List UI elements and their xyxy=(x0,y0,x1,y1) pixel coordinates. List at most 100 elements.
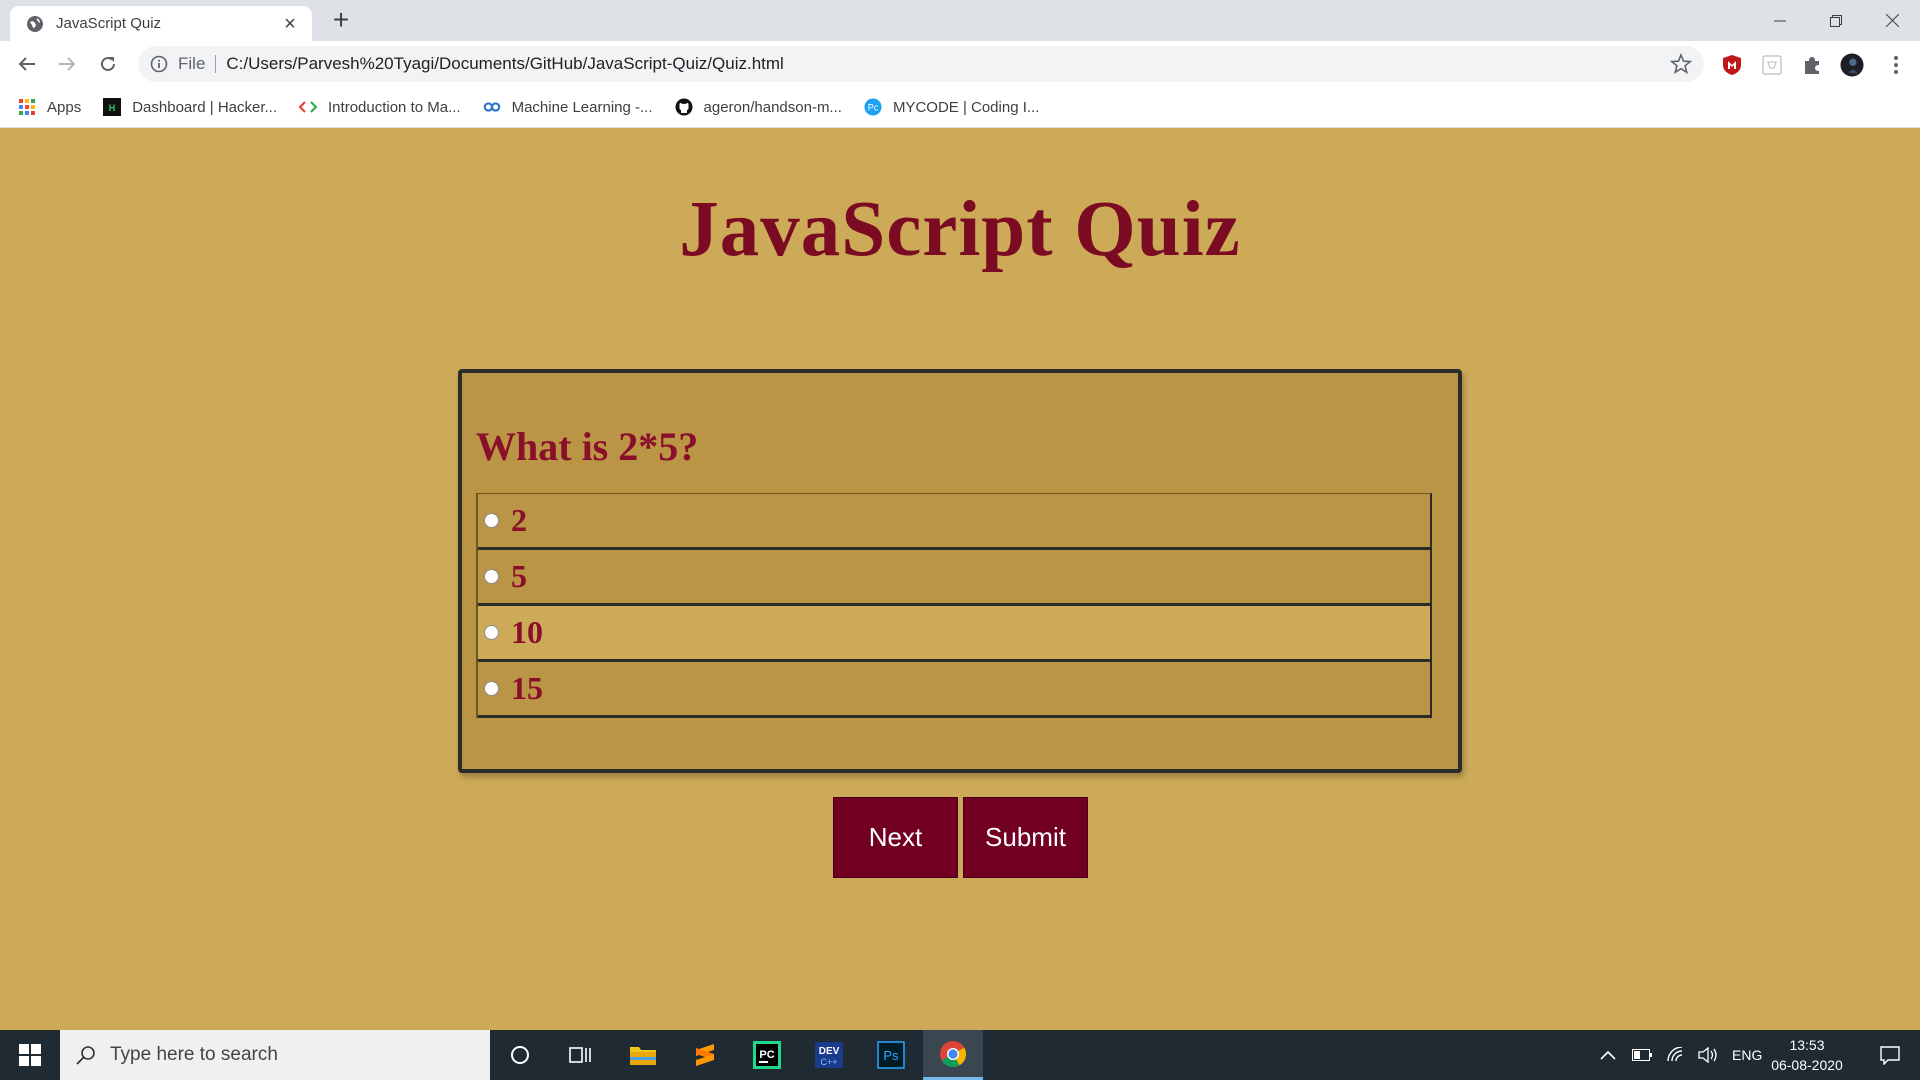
restore-icon xyxy=(1830,14,1842,27)
minimize-button[interactable] xyxy=(1752,0,1808,41)
bookmark-label: MYCODE | Coding I... xyxy=(892,98,1040,116)
answer-list: 2 5 10 15 xyxy=(476,493,1432,718)
answer-label: 5 xyxy=(511,558,527,594)
windows-taskbar: Type here to search PC DEV C++ Ps ENG 13:… xyxy=(0,1030,1920,1080)
system-tray: ENG xyxy=(1600,1030,1762,1080)
bookmark-machine-learning[interactable]: Machine Learning -... xyxy=(483,98,653,116)
svg-text:H: H xyxy=(109,103,116,113)
tab-title: JavaScript Quiz xyxy=(56,15,162,32)
mycode-icon: Pc xyxy=(864,98,882,116)
bookmarks-bar: Apps H Dashboard | Hacker... Introductio… xyxy=(0,87,1920,128)
radio-button[interactable] xyxy=(484,681,499,696)
arrow-right-icon xyxy=(59,57,76,71)
close-window-button[interactable] xyxy=(1864,0,1920,41)
page-content: JavaScript Quiz What is 2*5? 2 5 10 15 N… xyxy=(0,128,1920,1030)
radio-button[interactable] xyxy=(484,625,499,640)
bookmark-label: Introduction to Ma... xyxy=(328,98,461,116)
address-bar[interactable]: File C:/Users/Parvesh%20Tyagi/Documents/… xyxy=(138,46,1704,82)
windows-logo-icon xyxy=(19,1044,41,1066)
file-explorer-button[interactable] xyxy=(613,1030,673,1080)
browser-tab[interactable]: JavaScript Quiz × xyxy=(10,6,312,41)
bookmark-label: Machine Learning -... xyxy=(511,98,653,116)
svg-text:C++: C++ xyxy=(820,1057,837,1067)
start-button[interactable] xyxy=(0,1030,60,1080)
battery-icon[interactable] xyxy=(1632,1049,1652,1061)
task-view-button[interactable] xyxy=(550,1030,610,1080)
photoshop-button[interactable]: Ps xyxy=(861,1030,921,1080)
restore-button[interactable] xyxy=(1808,0,1864,41)
arrow-left-icon xyxy=(18,57,35,71)
volume-icon[interactable] xyxy=(1698,1047,1720,1063)
back-button[interactable] xyxy=(12,49,42,79)
answer-option[interactable]: 2 xyxy=(478,494,1430,550)
browser-tab-strip: JavaScript Quiz × + xyxy=(0,0,1920,41)
apps-grid-icon xyxy=(18,98,36,116)
pycharm-icon: PC xyxy=(753,1041,781,1069)
bookmark-github[interactable]: ageron/handson-m... xyxy=(675,98,842,116)
url-separator xyxy=(215,55,217,73)
window-controls xyxy=(1752,0,1920,41)
action-center-button[interactable] xyxy=(1860,1030,1920,1080)
answer-label: 2 xyxy=(511,502,527,538)
coursera-icon xyxy=(483,98,501,116)
svg-text:DEV: DEV xyxy=(819,1046,840,1057)
dev-cpp-icon: DEVC++ xyxy=(815,1042,843,1068)
close-icon xyxy=(1885,14,1899,27)
language-indicator[interactable]: ENG xyxy=(1732,1047,1762,1063)
wifi-icon[interactable] xyxy=(1666,1047,1686,1063)
bookmark-label: ageron/handson-m... xyxy=(703,98,842,116)
reload-icon xyxy=(101,56,115,71)
submit-button[interactable]: Submit xyxy=(963,797,1088,878)
extensions-puzzle-icon[interactable] xyxy=(1800,53,1824,77)
radio-button[interactable] xyxy=(484,513,499,528)
reload-button[interactable] xyxy=(93,49,123,79)
clock-date: 06-08-2020 xyxy=(1771,1057,1843,1073)
bookmark-mycode[interactable]: Pc MYCODE | Coding I... xyxy=(864,98,1039,116)
radio-button[interactable] xyxy=(484,569,499,584)
sublime-icon xyxy=(696,1044,714,1066)
svg-text:PC: PC xyxy=(759,1049,774,1061)
answer-option[interactable]: 10 xyxy=(478,606,1430,662)
info-icon[interactable] xyxy=(150,55,168,73)
new-tab-button[interactable]: + xyxy=(326,6,356,36)
chevron-up-icon[interactable] xyxy=(1600,1050,1616,1060)
answer-label: 15 xyxy=(511,670,543,706)
photoshop-icon: Ps xyxy=(877,1041,905,1069)
search-icon xyxy=(76,1046,95,1065)
answer-option[interactable]: 15 xyxy=(478,662,1430,718)
next-button[interactable]: Next xyxy=(833,797,958,878)
answer-label: 10 xyxy=(511,614,543,650)
cortana-button[interactable] xyxy=(490,1030,550,1080)
pycharm-button[interactable]: PC xyxy=(737,1030,797,1080)
globe-icon xyxy=(27,15,43,32)
browser-menu-icon[interactable] xyxy=(1884,53,1908,77)
page-title: JavaScript Quiz xyxy=(679,186,1241,273)
bookmark-star-icon[interactable] xyxy=(1670,53,1692,75)
extension-mcafee-icon[interactable] xyxy=(1720,53,1744,77)
quiz-container: What is 2*5? 2 5 10 15 xyxy=(458,369,1462,773)
url-text[interactable]: C:/Users/Parvesh%20Tyagi/Documents/GitHu… xyxy=(226,54,783,74)
bookmark-introduction[interactable]: Introduction to Ma... xyxy=(299,98,461,116)
question-text: What is 2*5? xyxy=(476,424,699,469)
bookmark-apps[interactable]: Apps xyxy=(18,98,81,116)
browser-toolbar: File C:/Users/Parvesh%20Tyagi/Documents/… xyxy=(0,41,1920,87)
forward-button[interactable] xyxy=(52,49,82,79)
taskbar-search[interactable]: Type here to search xyxy=(60,1030,490,1080)
taskbar-clock[interactable]: 13:53 06-08-2020 xyxy=(1762,1035,1852,1075)
svg-text:Pc: Pc xyxy=(868,103,879,113)
extension-blank-icon[interactable] xyxy=(1760,53,1784,77)
folder-icon xyxy=(630,1047,656,1065)
sublime-text-button[interactable] xyxy=(675,1030,735,1080)
minimize-icon xyxy=(1774,20,1786,21)
task-view-icon xyxy=(569,1047,591,1063)
github-icon xyxy=(675,98,693,116)
clock-time: 13:53 xyxy=(1789,1037,1825,1053)
chrome-button[interactable] xyxy=(923,1030,983,1080)
notification-icon xyxy=(1880,1046,1900,1065)
dev-cpp-button[interactable]: DEV C++ xyxy=(799,1030,859,1080)
bookmark-hackerrank[interactable]: H Dashboard | Hacker... xyxy=(103,98,277,116)
answer-option[interactable]: 5 xyxy=(478,550,1430,606)
svg-text:Ps: Ps xyxy=(883,1048,899,1063)
close-tab-icon[interactable]: × xyxy=(280,14,300,34)
profile-avatar[interactable] xyxy=(1840,53,1864,77)
